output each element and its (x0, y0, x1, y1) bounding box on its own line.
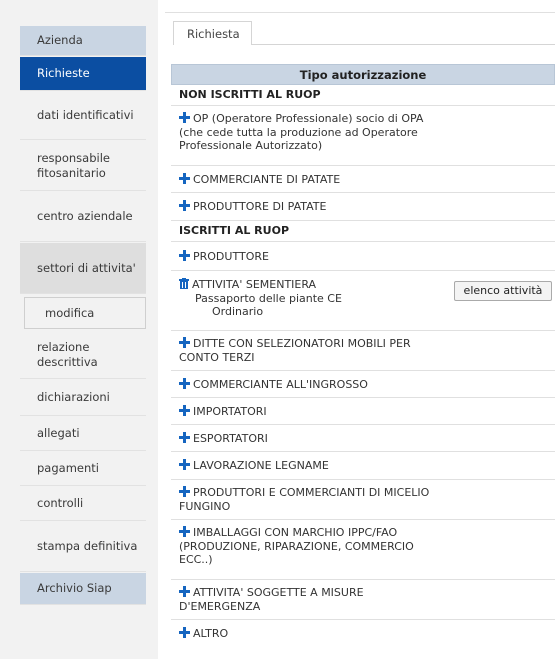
column-header-tipo-autorizzazione: Tipo autorizzazione (299, 67, 427, 82)
table-row: ESPORTATORI (171, 425, 555, 452)
sidebar-item-label: Archivio Siap (37, 581, 112, 595)
row-label: COMMERCIANTE DI PATATE (193, 173, 341, 186)
sidebar-item-settori-di-attivita[interactable]: settori di attivita' (20, 243, 146, 294)
sidebar-item-responsabile-fitosanitario[interactable]: responsabile fitosanitario (20, 141, 146, 191)
plus-icon[interactable] (179, 459, 190, 470)
plus-icon[interactable] (179, 112, 190, 123)
row-label: COMMERCIANTE ALL'INGROSSO (193, 378, 368, 391)
sidebar-item-allegati[interactable]: allegati (20, 417, 146, 451)
table-row: ATTIVITA' SOGGETTE A MISURE D'EMERGENZA (171, 580, 555, 620)
plus-icon[interactable] (179, 337, 190, 348)
section-header: NON ISCRITTI AL RUOP (171, 85, 555, 106)
sidebar-item-richieste[interactable]: Richieste (20, 57, 146, 91)
sidebar-item-modifica[interactable]: modifica (24, 297, 146, 329)
sidebar-item-dati-identificativi[interactable]: dati identificativi (20, 92, 146, 140)
sidebar-item-label: settori di attivita' (37, 260, 136, 275)
elenco-attivita-button[interactable]: elenco attività (454, 281, 552, 301)
table-row: ATTIVITA' SEMENTIERA Passaporto delle pi… (171, 271, 555, 331)
sidebar-item-label: Richieste (37, 66, 90, 80)
sidebar-item-pagamenti[interactable]: pagamenti (20, 452, 146, 486)
sidebar-item-label: stampa definitiva (37, 539, 138, 553)
table-row: ALTRO (171, 620, 555, 659)
row-label: LAVORAZIONE LEGNAME (193, 459, 329, 472)
plus-icon[interactable] (179, 627, 190, 638)
row-label: ALTRO (193, 627, 229, 640)
table-row: IMPORTATORI (171, 398, 555, 425)
tab-richiesta[interactable]: Richiesta (173, 21, 252, 45)
row-label: ESPORTATORI (193, 432, 268, 445)
tab-label: Richiesta (187, 27, 240, 41)
row-label: DITTE CON SELEZIONATORI MOBILI PER CONTO… (179, 337, 411, 364)
table-row: LAVORAZIONE LEGNAME (171, 452, 555, 480)
row-label: ATTIVITA' SEMENTIERA (192, 278, 317, 291)
section-header: ISCRITTI AL RUOP (171, 221, 555, 242)
plus-icon[interactable] (179, 200, 190, 211)
top-divider (165, 12, 555, 13)
sidebar-item-stampa-definitiva[interactable]: stampa definitiva (20, 522, 146, 572)
plus-icon[interactable] (179, 486, 190, 497)
sidebar-item-label: pagamenti (37, 461, 99, 475)
table-row: PRODUTTORI E COMMERCIANTI DI MICELIO FUN… (171, 480, 555, 520)
table-row: PRODUTTORE DI PATATE (171, 193, 555, 221)
table-header: Tipo autorizzazione (171, 64, 555, 85)
table-row: DITTE CON SELEZIONATORI MOBILI PER CONTO… (171, 331, 555, 371)
sidebar-item-archivio-siap[interactable]: Archivio Siap (20, 573, 146, 605)
plus-icon[interactable] (179, 432, 190, 443)
sidebar-item-label: Azienda (37, 33, 83, 47)
row-label: OP (Operatore Professionale) socio di OP… (179, 112, 424, 152)
sidebar-item-relazione-descrittiva[interactable]: relazione descrittiva (20, 331, 146, 379)
plus-icon[interactable] (179, 250, 190, 261)
sidebar-item-dichiarazioni[interactable]: dichiarazioni (20, 380, 146, 416)
sidebar-item-label: responsabile fitosanitario (37, 150, 110, 180)
row-label: PRODUTTORI E COMMERCIANTI DI MICELIO FUN… (179, 486, 430, 513)
table-row: COMMERCIANTE ALL'INGROSSO (171, 371, 555, 398)
section-label: ISCRITTI AL RUOP (179, 224, 289, 237)
row-detail-passaporto: Passaporto delle piante CE (195, 291, 342, 305)
row-label: IMPORTATORI (193, 405, 267, 418)
section-label: NON ISCRITTI AL RUOP (179, 88, 321, 101)
sidebar: Azienda Richieste dati identificativi re… (0, 0, 158, 659)
sidebar-item-label: allegati (37, 426, 80, 440)
row-label: PRODUTTORE (193, 250, 269, 263)
table-row: COMMERCIANTE DI PATATE (171, 166, 555, 193)
sidebar-item-centro-aziendale[interactable]: centro aziendale (20, 192, 146, 242)
tab-divider (252, 44, 555, 45)
sidebar-item-label: dati identificativi (37, 108, 134, 122)
table-row: OP (Operatore Professionale) socio di OP… (171, 106, 555, 166)
sidebar-item-label: controlli (37, 496, 84, 510)
plus-icon[interactable] (179, 526, 190, 537)
plus-icon[interactable] (179, 173, 190, 184)
table-row: PRODUTTORE (171, 242, 555, 271)
row-label: IMBALLAGGI CON MARCHIO IPPC/FAO (PRODUZI… (179, 526, 414, 566)
trash-icon[interactable] (179, 278, 189, 289)
sidebar-item-label: modifica (45, 305, 95, 320)
sidebar-item-controlli[interactable]: controlli (20, 487, 146, 521)
sidebar-item-label: centro aziendale (37, 209, 133, 223)
plus-icon[interactable] (179, 405, 190, 416)
plus-icon[interactable] (179, 378, 190, 389)
sidebar-item-label: relazione descrittiva (37, 339, 98, 369)
row-detail-ordinario: Ordinario (212, 305, 264, 318)
sidebar-item-label: dichiarazioni (37, 390, 110, 404)
row-label: PRODUTTORE DI PATATE (193, 200, 327, 213)
table-row: IMBALLAGGI CON MARCHIO IPPC/FAO (PRODUZI… (171, 520, 555, 580)
row-label: ATTIVITA' SOGGETTE A MISURE D'EMERGENZA (179, 586, 364, 613)
authorization-table: Tipo autorizzazione NON ISCRITTI AL RUOP… (171, 64, 555, 659)
sidebar-item-azienda[interactable]: Azienda (20, 26, 146, 56)
plus-icon[interactable] (179, 586, 190, 597)
